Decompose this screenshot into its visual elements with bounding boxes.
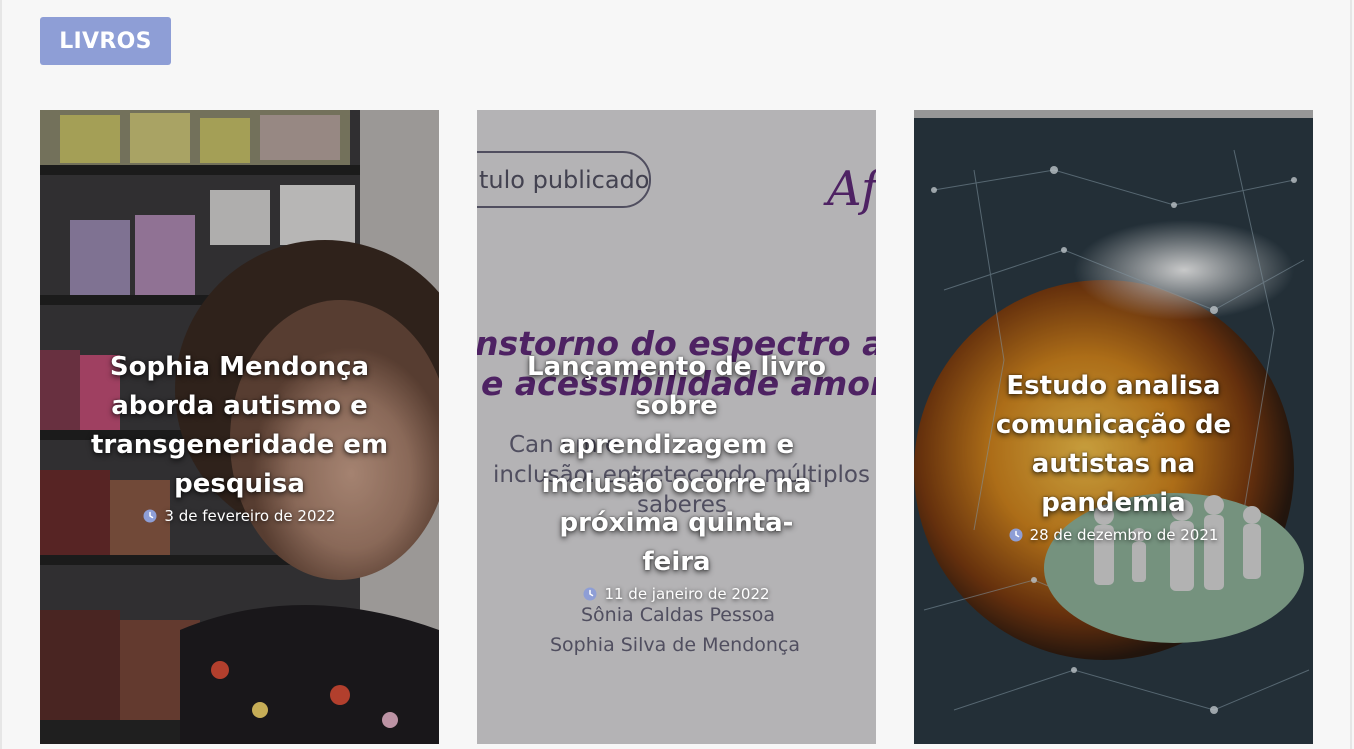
section-badge-livros[interactable]: LIVROS (40, 17, 171, 65)
article-1-overlay: Sophia Mendonça aborda autismo e transge… (40, 348, 439, 525)
article-1-title[interactable]: Sophia Mendonça aborda autismo e transge… (90, 348, 390, 504)
article-2-date-text: 11 de janeiro de 2022 (604, 585, 770, 603)
clock-icon (583, 587, 597, 601)
article-1-date: 3 de fevereiro de 2022 (143, 507, 336, 525)
article-3-date: 28 de dezembro de 2021 (1009, 526, 1219, 544)
article-2-title[interactable]: Lançamento de livro sobre aprendizagem e… (527, 348, 827, 582)
article-2-date: 11 de janeiro de 2022 (583, 585, 770, 603)
article-card-3[interactable]: Estudo analisa comunicação de autistas n… (914, 110, 1313, 744)
article-3-overlay: Estudo analisa comunicação de autistas n… (914, 367, 1313, 544)
clock-icon (1009, 528, 1023, 542)
article-card-1[interactable]: Sophia Mendonça aborda autismo e transge… (40, 110, 439, 744)
article-3-title[interactable]: Estudo analisa comunicação de autistas n… (964, 367, 1264, 523)
article-1-date-text: 3 de fevereiro de 2022 (164, 507, 336, 525)
article-card-2[interactable]: tulo publicado Af nstorno do espectro au… (477, 110, 876, 744)
article-2-overlay: Lançamento de livro sobre aprendizagem e… (477, 348, 876, 603)
article-3-date-text: 28 de dezembro de 2021 (1029, 526, 1219, 544)
clock-icon (143, 509, 157, 523)
